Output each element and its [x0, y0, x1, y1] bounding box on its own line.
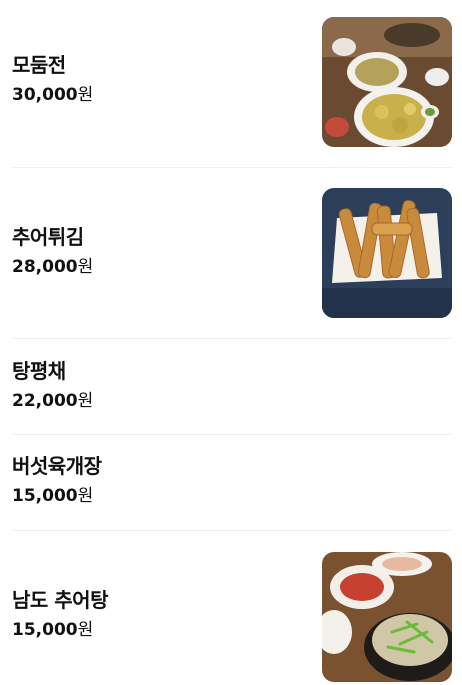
- menu-item-photo: [322, 17, 452, 147]
- menu-item-name: 탕평채: [12, 359, 66, 383]
- menu-item-price: 15,000원: [12, 486, 94, 506]
- menu-item-price: 30,000원: [12, 85, 94, 105]
- menu-item-price: 15,000원: [12, 620, 94, 640]
- menu-item-name: 모둠전: [12, 53, 66, 77]
- menu-item-price: 28,000원: [12, 257, 94, 277]
- menu-item-name: 남도 추어탕: [12, 588, 108, 612]
- menu-item-price: 22,000원: [12, 391, 94, 411]
- menu-item-name: 추어튀김: [12, 225, 84, 249]
- menu-item-tangpyeongchae[interactable]: 탕평채 22,000원: [12, 339, 452, 435]
- menu-item-photo: [322, 552, 452, 682]
- menu-item-modumjeon[interactable]: 모둠전 30,000원: [12, 0, 452, 168]
- menu-item-chueo-twigim[interactable]: 추어튀김 28,000원: [12, 168, 452, 339]
- menu-item-photo: [322, 188, 452, 318]
- menu-item-beoseot-yukgaejang[interactable]: 버섯육개장 15,000원: [12, 435, 452, 531]
- menu-item-name: 버섯육개장: [12, 454, 102, 478]
- menu-item-namdo-chueotang[interactable]: 남도 추어탕 15,000원: [12, 531, 452, 685]
- menu-list: 모둠전 30,000원 추어튀김 28,000원 탕평채 22,000원 버섯육…: [0, 0, 462, 685]
